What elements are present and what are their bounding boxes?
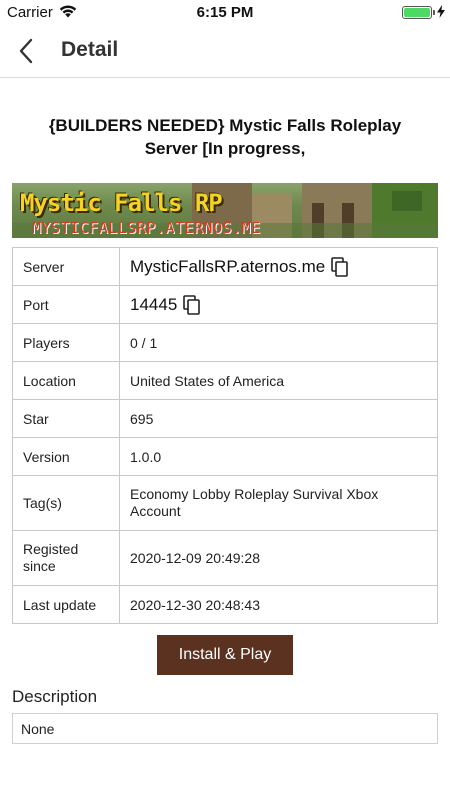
row-key-version: Version xyxy=(12,437,120,476)
registed-since-value: 2020-12-09 20:49:28 xyxy=(119,530,438,586)
row-key-location: Location xyxy=(12,361,120,400)
server-info-table: Server MysticFallsRP.aternos.me Port 144… xyxy=(12,247,438,624)
players-value: 0 / 1 xyxy=(119,323,438,362)
star-value: 695 xyxy=(119,399,438,438)
row-key-server: Server xyxy=(12,247,120,286)
tags-value: Economy Lobby Roleplay Survival Xbox Acc… xyxy=(119,475,438,531)
back-button[interactable] xyxy=(12,36,42,66)
table-row: Registed since 2020-12-09 20:49:28 xyxy=(12,530,438,586)
copy-icon[interactable] xyxy=(331,256,349,277)
battery-icon xyxy=(402,6,432,19)
table-row: Server MysticFallsRP.aternos.me xyxy=(12,247,438,286)
nav-bar: Detail xyxy=(0,24,450,78)
description-box: None xyxy=(12,713,438,744)
server-address-cell[interactable]: MysticFallsRP.aternos.me xyxy=(130,257,349,277)
battery-cap xyxy=(433,10,435,15)
row-key-star: Star xyxy=(12,399,120,438)
description-label: Description xyxy=(12,687,98,706)
table-row: Players 0 / 1 xyxy=(12,323,438,362)
version-value: 1.0.0 xyxy=(119,437,438,476)
row-key-registed-since: Registed since xyxy=(12,530,120,586)
last-update-value: 2020-12-30 20:48:43 xyxy=(119,585,438,624)
chevron-left-icon xyxy=(19,38,33,64)
nav-title: Detail xyxy=(61,38,119,61)
location-value: United States of America xyxy=(119,361,438,400)
row-key-players: Players xyxy=(12,323,120,362)
charging-icon xyxy=(437,5,445,18)
server-title: {BUILDERS NEEDED} Mystic Falls Roleplay … xyxy=(48,116,402,158)
copy-icon[interactable] xyxy=(183,294,201,315)
port-value[interactable]: 14445 xyxy=(130,295,177,315)
row-key-tags: Tag(s) xyxy=(12,475,120,531)
table-row: Last update 2020-12-30 20:48:43 xyxy=(12,585,438,624)
table-row: Port 14445 xyxy=(12,285,438,324)
row-key-port: Port xyxy=(12,285,120,324)
table-row: Version 1.0.0 xyxy=(12,437,438,476)
install-play-button[interactable]: Install & Play xyxy=(157,635,293,675)
server-banner: Mystic Falls RP MYSTICFALLSRP.ATERNOS.ME xyxy=(12,183,438,238)
row-key-last-update: Last update xyxy=(12,585,120,624)
port-cell[interactable]: 14445 xyxy=(130,295,201,315)
status-time: 6:15 PM xyxy=(196,4,254,21)
status-bar: Carrier 6:15 PM xyxy=(0,0,450,24)
table-row: Location United States of America xyxy=(12,361,438,400)
banner-title: Mystic Falls RP xyxy=(20,189,223,217)
table-row: Tag(s) Economy Lobby Roleplay Survival X… xyxy=(12,475,438,531)
banner-subtitle: MYSTICFALLSRP.ATERNOS.ME xyxy=(32,219,261,237)
table-row: Star 695 xyxy=(12,399,438,438)
server-address[interactable]: MysticFallsRP.aternos.me xyxy=(130,257,325,277)
